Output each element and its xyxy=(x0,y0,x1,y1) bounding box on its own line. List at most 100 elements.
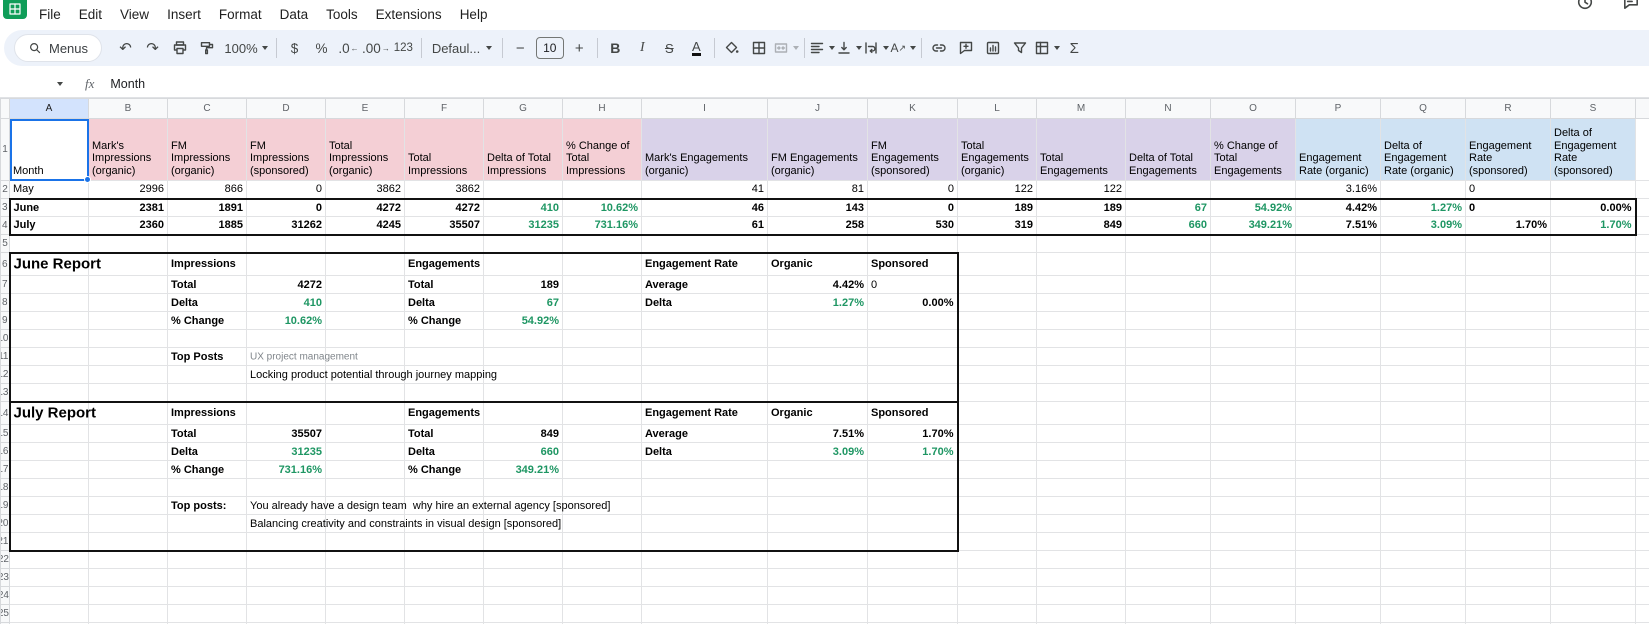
cell-I2[interactable]: 41 xyxy=(642,181,768,199)
cell-L1[interactable]: Total Engagements (organic) xyxy=(958,119,1037,181)
cell-B2[interactable]: 2996 xyxy=(89,181,168,199)
cell-I9[interactable] xyxy=(642,312,768,330)
cell-L15[interactable] xyxy=(958,425,1037,443)
cell-N19[interactable] xyxy=(1126,497,1211,515)
cell-D7[interactable]: 4272 xyxy=(247,276,326,294)
column-header-I[interactable]: I xyxy=(642,99,768,119)
cell-P15[interactable] xyxy=(1296,425,1381,443)
cell-R13[interactable] xyxy=(1466,384,1551,402)
cell-M19[interactable] xyxy=(1037,497,1126,515)
cell-M12[interactable] xyxy=(1037,366,1126,384)
cell-I22[interactable] xyxy=(642,551,768,569)
select-all-corner[interactable] xyxy=(1,99,10,119)
cell-N21[interactable] xyxy=(1126,533,1211,551)
version-history-icon[interactable] xyxy=(1576,0,1594,11)
cell-O18[interactable] xyxy=(1211,479,1296,497)
menu-file[interactable]: File xyxy=(30,4,70,25)
cell-F21[interactable] xyxy=(405,533,484,551)
cell-L22[interactable] xyxy=(958,551,1037,569)
cell-x3[interactable] xyxy=(1636,199,1649,217)
cell-N7[interactable] xyxy=(1126,276,1211,294)
cell-A25[interactable] xyxy=(10,605,89,623)
row-header-13[interactable]: 13 xyxy=(1,384,10,402)
column-header-G[interactable]: G xyxy=(484,99,563,119)
font-size-input[interactable]: 10 xyxy=(536,37,564,59)
bold-button[interactable]: B xyxy=(602,35,629,62)
menu-help[interactable]: Help xyxy=(451,4,497,25)
cell-A21[interactable] xyxy=(10,533,89,551)
cell-C5[interactable] xyxy=(168,235,247,253)
cell-B24[interactable] xyxy=(89,587,168,605)
column-header-L[interactable]: L xyxy=(958,99,1037,119)
cell-H24[interactable] xyxy=(563,587,642,605)
cell-C15[interactable]: Total xyxy=(168,425,247,443)
cell-D20[interactable]: Balancing creativity and constraints in … xyxy=(247,515,326,533)
cell-D22[interactable] xyxy=(247,551,326,569)
cell-B12[interactable] xyxy=(89,366,168,384)
cell-H14[interactable] xyxy=(563,402,642,425)
cell-K4[interactable]: 530 xyxy=(868,217,958,235)
cell-J22[interactable] xyxy=(768,551,868,569)
cell-S18[interactable] xyxy=(1551,479,1636,497)
cell-Q17[interactable] xyxy=(1381,461,1466,479)
cell-N12[interactable] xyxy=(1126,366,1211,384)
cell-K10[interactable] xyxy=(868,330,958,348)
cell-R19[interactable] xyxy=(1466,497,1551,515)
cell-H9[interactable] xyxy=(563,312,642,330)
cell-P10[interactable] xyxy=(1296,330,1381,348)
cell-C10[interactable] xyxy=(168,330,247,348)
cell-O3[interactable]: 54.92% xyxy=(1211,199,1296,217)
cell-I7[interactable]: Average xyxy=(642,276,768,294)
cell-J14[interactable]: Organic xyxy=(768,402,868,425)
cell-x18[interactable] xyxy=(1636,479,1649,497)
cell-C14[interactable]: Impressions xyxy=(168,402,247,425)
cell-G15[interactable]: 849 xyxy=(484,425,563,443)
cell-B23[interactable] xyxy=(89,569,168,587)
cell-N25[interactable] xyxy=(1126,605,1211,623)
row-header-18[interactable]: 18 xyxy=(1,479,10,497)
cell-N18[interactable] xyxy=(1126,479,1211,497)
row-header-22[interactable]: 22 xyxy=(1,551,10,569)
row-header-20[interactable]: 20 xyxy=(1,515,10,533)
cell-M2[interactable]: 122 xyxy=(1037,181,1126,199)
cell-J1[interactable]: FM Engagements (organic) xyxy=(768,119,868,181)
cell-O22[interactable] xyxy=(1211,551,1296,569)
cell-B5[interactable] xyxy=(89,235,168,253)
cell-J12[interactable] xyxy=(768,366,868,384)
cell-H16[interactable] xyxy=(563,443,642,461)
menu-tools[interactable]: Tools xyxy=(317,4,367,25)
cell-C23[interactable] xyxy=(168,569,247,587)
cell-P25[interactable] xyxy=(1296,605,1381,623)
cell-G17[interactable]: 349.21% xyxy=(484,461,563,479)
cell-N9[interactable] xyxy=(1126,312,1211,330)
cell-J4[interactable]: 258 xyxy=(768,217,868,235)
cell-E6[interactable] xyxy=(326,253,405,276)
cell-C1[interactable]: FM Impressions (organic) xyxy=(168,119,247,181)
cell-K14[interactable]: Sponsored xyxy=(868,402,958,425)
row-header-23[interactable]: 23 xyxy=(1,569,10,587)
cell-H6[interactable] xyxy=(563,253,642,276)
cell-C17[interactable]: % Change xyxy=(168,461,247,479)
cell-L5[interactable] xyxy=(958,235,1037,253)
cell-L4[interactable]: 319 xyxy=(958,217,1037,235)
row-header-2[interactable]: 2 xyxy=(1,181,10,199)
cell-E7[interactable] xyxy=(326,276,405,294)
cell-x8[interactable] xyxy=(1636,294,1649,312)
cell-O4[interactable]: 349.21% xyxy=(1211,217,1296,235)
cell-E18[interactable] xyxy=(326,479,405,497)
cell-O20[interactable] xyxy=(1211,515,1296,533)
cell-B15[interactable] xyxy=(89,425,168,443)
cell-D15[interactable]: 35507 xyxy=(247,425,326,443)
cell-E5[interactable] xyxy=(326,235,405,253)
cell-F25[interactable] xyxy=(405,605,484,623)
cell-L21[interactable] xyxy=(958,533,1037,551)
cell-E3[interactable]: 4272 xyxy=(326,199,405,217)
cell-E9[interactable] xyxy=(326,312,405,330)
cell-P9[interactable] xyxy=(1296,312,1381,330)
cell-A1[interactable]: Month xyxy=(10,119,89,181)
cell-F15[interactable]: Total xyxy=(405,425,484,443)
cell-D2[interactable]: 0 xyxy=(247,181,326,199)
cell-L6[interactable] xyxy=(958,253,1037,276)
cell-K16[interactable]: 1.70% xyxy=(868,443,958,461)
cell-J23[interactable] xyxy=(768,569,868,587)
